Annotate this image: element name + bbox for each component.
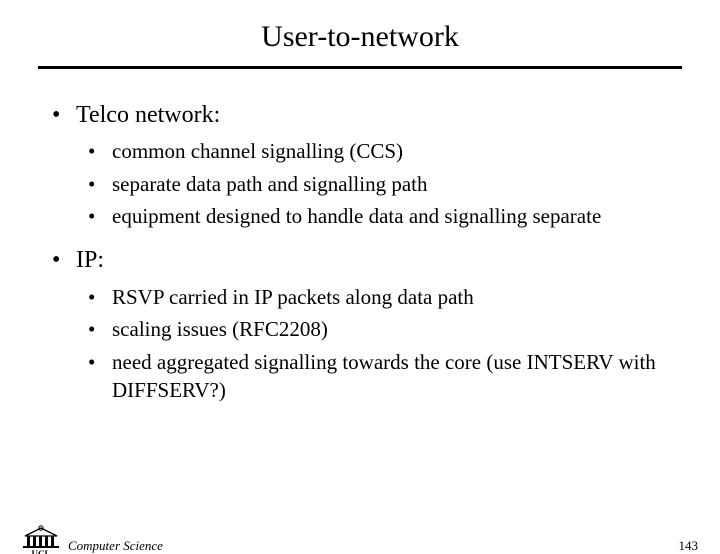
sub-bullet-list: common channel signalling (CCS) separate… (76, 137, 680, 230)
sub-bullet-item: equipment designed to handle data and si… (76, 202, 680, 230)
footer-label: Computer Science (68, 538, 163, 554)
sub-bullet-item: need aggregated signalling towards the c… (76, 348, 680, 405)
sub-bullet-list: RSVP carried in IP packets along data pa… (76, 283, 680, 404)
sub-bullet-item: scaling issues (RFC2208) (76, 315, 680, 343)
bullet-list: Telco network: common channel signalling… (40, 99, 680, 404)
sub-bullet-item: RSVP carried in IP packets along data pa… (76, 283, 680, 311)
footer: UCL Computer Science 143 (0, 526, 720, 554)
logo-text: UCL (31, 549, 50, 554)
slide-title: User-to-network (0, 20, 720, 54)
ucl-logo-icon: UCL (22, 524, 60, 554)
sub-bullet-item: separate data path and signalling path (76, 170, 680, 198)
bullet-item: IP: RSVP carried in IP packets along dat… (40, 244, 680, 404)
page-number: 143 (679, 538, 699, 554)
bullet-item: Telco network: common channel signalling… (40, 99, 680, 230)
slide-content: Telco network: common channel signalling… (40, 99, 680, 404)
bullet-text: Telco network: (76, 102, 220, 128)
sub-bullet-item: common channel signalling (CCS) (76, 137, 680, 165)
bullet-text: IP: (76, 247, 104, 273)
title-rule (38, 66, 682, 69)
slide: User-to-network Telco network: common ch… (0, 20, 720, 554)
